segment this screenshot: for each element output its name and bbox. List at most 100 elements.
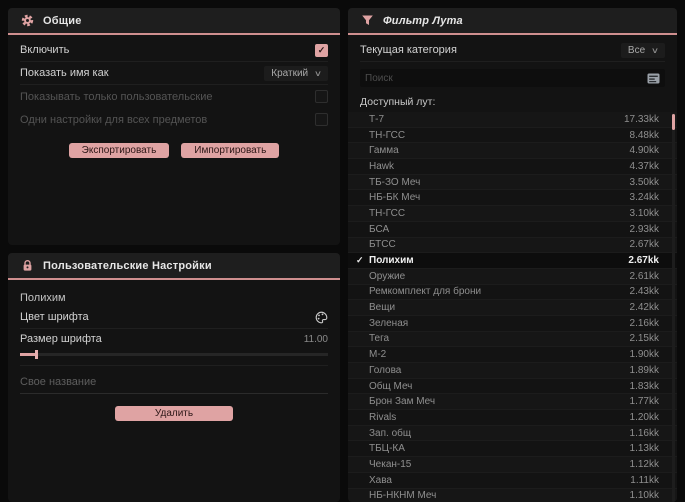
loot-item-name: Общ Меч [369,380,413,392]
loot-item-value: 17.33kk [623,113,659,125]
font-size-slider[interactable] [20,350,328,359]
loot-item-value: 1.16kk [629,427,659,439]
loot-item-value: 1.12kk [629,458,659,470]
slider-handle[interactable] [35,350,38,359]
loot-item-row[interactable]: Тега 2.15kk [348,331,677,348]
general-buttons: Экспортировать Импортировать [20,143,328,158]
loot-item-row[interactable]: Общ Меч 1.83kk [348,378,677,395]
loot-item-name: Голова [369,364,402,376]
loot-item-value: 4.37kk [629,160,659,172]
loot-item-name: Вещи [369,302,396,314]
loot-list-scrollbar[interactable] [672,113,675,502]
name-mode-dropdown[interactable]: Краткий ∨ [264,65,328,81]
loot-item-row[interactable]: ТБЦ-КА 1.13kk [348,441,677,458]
available-loot-label: Доступный лут: [360,96,436,108]
loot-item-row[interactable]: ТН-ГСС 3.10kk [348,206,677,222]
panel-general: Общие Включить ✓ Показать имя как Кратки… [8,8,340,245]
loot-item-row[interactable]: Голова 1.89kk [348,363,677,379]
loot-item-row[interactable]: М-2 1.90kk [348,347,677,363]
custom-name-input[interactable] [20,370,328,394]
panel-user-settings-header: Пользовательские Настройки [8,253,340,280]
name-mode-label: Показать имя как [20,67,109,79]
setting-row-only-custom: Показывать только пользовательские [20,85,328,108]
same-settings-checkbox[interactable] [315,113,328,126]
chevron-down-icon: ∨ [650,45,660,55]
loot-item-row[interactable]: НБ-НКНМ Меч 1.10kk [348,488,677,502]
loot-item-name: Зап. общ [369,427,412,439]
loot-item-row[interactable]: БСА 2.93kk [348,221,677,238]
loot-item-name: ТН-ГСС [369,207,406,219]
loot-item-value: 2.61kk [629,270,659,282]
palette-icon[interactable] [315,311,328,324]
gear-icon [21,14,34,27]
loot-item-value: 1.20kk [629,411,659,423]
check-icon: ✓ [356,255,364,266]
panel-loot-filter-body: Текущая категория Все ∨ Доступный [348,35,677,502]
loot-item-row[interactable]: Rivals 1.20kk [348,410,677,426]
only-custom-label: Показывать только пользовательские [20,90,213,103]
loot-item-value: 2.16kk [629,317,659,329]
loot-item-value: 2.15kk [629,333,659,345]
loot-item-value: 3.10kk [629,207,659,219]
loot-item-row[interactable]: ✓ Полихим 2.67kk [348,253,677,269]
export-button[interactable]: Экспортировать [68,143,170,158]
loot-item-value: 1.10kk [629,490,659,502]
loot-item-name: Брон Зам Меч [369,396,436,408]
loot-item-row[interactable]: Чекан-15 1.12kk [348,457,677,473]
loot-item-name: Тега [369,333,390,345]
loot-item-row[interactable]: Гамма 4.90kk [348,143,677,160]
category-row: Текущая категория Все ∨ [360,39,665,62]
lock-icon [23,260,32,271]
loot-item-row[interactable]: Зап. общ 1.16kk [348,425,677,442]
loot-item-row[interactable]: Ремкомплект для брони 2.43kk [348,284,677,301]
setting-row-same-settings: Одни настройки для всех предметов [20,108,328,131]
loot-item-row[interactable]: Хава 1.11kk [348,472,677,489]
loot-item-row[interactable]: Т-7 17.33kk [348,112,677,128]
loot-item-name: НБ-БК Меч [369,192,421,204]
loot-item-value: 2.93kk [629,223,659,235]
category-dropdown[interactable]: Все ∨ [620,42,665,58]
loot-item-row[interactable]: ТБ-ЗО Меч 3.50kk [348,174,677,191]
font-size-value: 11.00 [303,333,328,345]
loot-item-row[interactable]: Зеленая 2.16kk [348,315,677,332]
name-mode-value: Краткий [271,67,309,79]
loot-item-name: Оружие [369,270,406,282]
loot-item-value: 1.90kk [629,349,659,361]
loot-item-name: ТБ-ЗО Меч [369,176,421,188]
slider-track [20,353,328,356]
loot-item-name: БСА [369,223,390,235]
scrollbar-thumb[interactable] [672,114,675,130]
loot-item-value: 1.11kk [630,474,659,486]
loot-item-name: Т-7 [369,113,384,125]
loot-item-name: Ремкомплект для брони [369,286,482,298]
loot-item-value: 1.89kk [629,364,659,376]
enable-checkbox[interactable]: ✓ [315,43,328,57]
loot-item-row[interactable]: Вещи 2.42kk [348,300,677,316]
search-box [360,69,665,87]
panel-user-settings: Пользовательские Настройки Полихим Цвет … [8,253,340,502]
panel-general-body: Включить ✓ Показать имя как Краткий ∨ По… [8,35,340,245]
loot-item-row[interactable]: НБ-БК Меч 3.24kk [348,190,677,207]
search-input[interactable] [365,72,647,84]
panel-loot-filter-header: Фильтр Лута [348,8,677,35]
loot-item-name: Чекан-15 [369,458,412,470]
loot-item-value: 8.48kk [629,129,659,141]
loot-item-row[interactable]: БТСС 2.67kk [348,237,677,254]
setting-row-name-mode: Показать имя как Краткий ∨ [20,62,328,85]
delete-button[interactable]: Удалить [115,406,233,421]
loot-item-name: Зеленая [369,317,409,329]
loot-item-row[interactable]: Брон Зам Меч 1.77kk [348,394,677,411]
user-settings-buttons: Удалить [20,406,328,421]
only-custom-checkbox[interactable] [315,90,328,103]
loot-item-value: 1.13kk [629,443,659,455]
loot-item-value: 2.43kk [629,286,659,298]
import-button[interactable]: Импортировать [181,143,280,158]
id-card-icon[interactable] [647,73,660,84]
loot-item-row[interactable]: Оружие 2.61kk [348,268,677,285]
loot-item-row[interactable]: Hawk 4.37kk [348,159,677,175]
loot-item-row[interactable]: ТН-ГСС 8.48kk [348,127,677,144]
loot-item-value: 3.50kk [629,176,659,188]
panel-user-settings-title: Пользовательские Настройки [43,259,212,272]
font-size-label: Размер шрифта [20,333,102,345]
mod-settings-screen: Общие Включить ✓ Показать имя как Кратки… [0,0,685,502]
